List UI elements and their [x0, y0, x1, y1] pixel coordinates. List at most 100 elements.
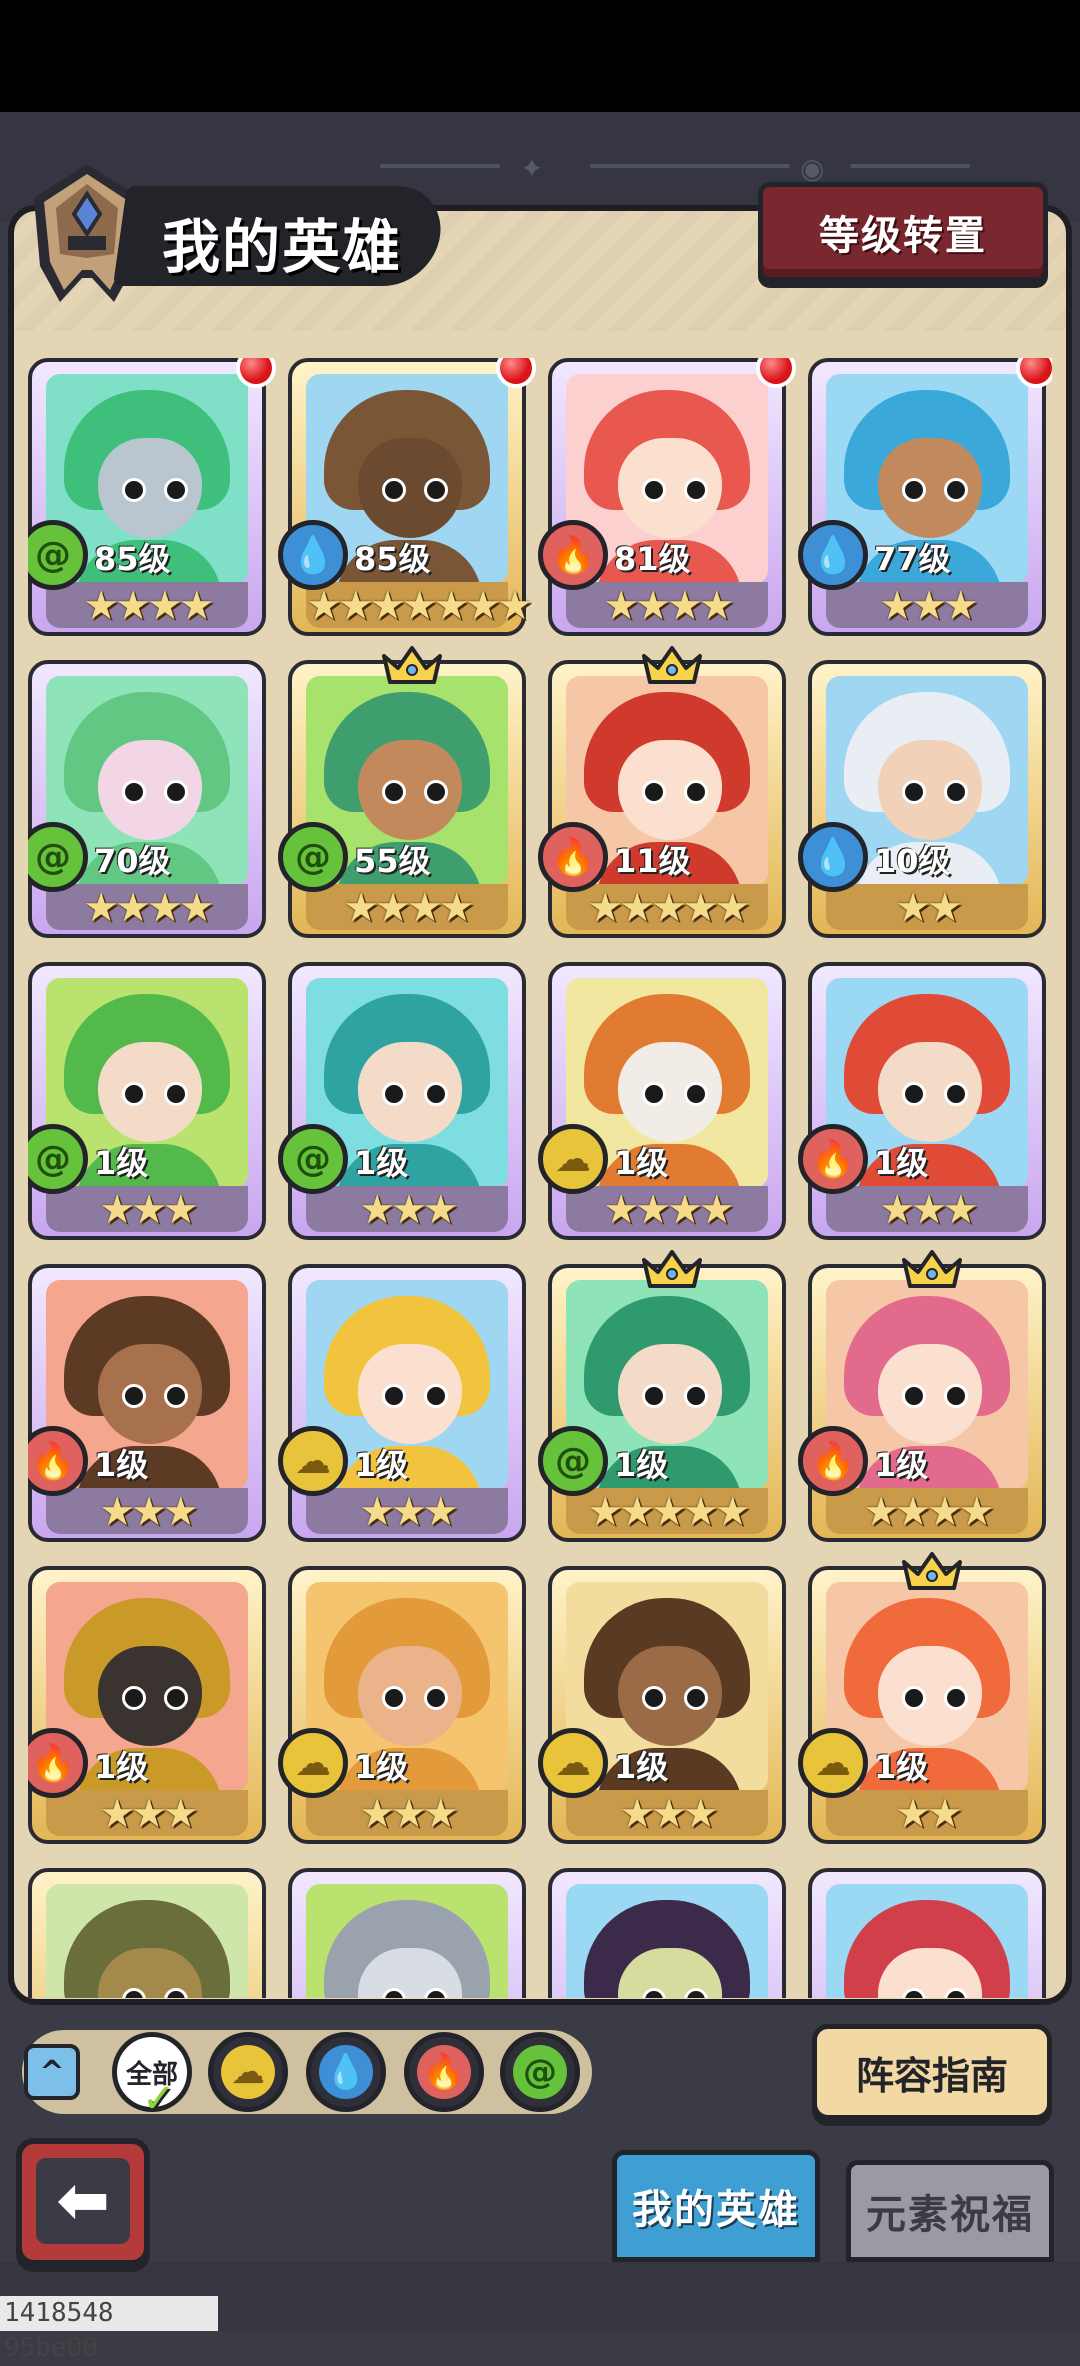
- hero-stars: ★★★: [359, 1489, 459, 1535]
- filter-earth-button[interactable]: ☁: [208, 2032, 288, 2112]
- fire-element-icon: 🔥: [417, 2045, 471, 2099]
- tab-element-blessing[interactable]: 元素祝福: [846, 2160, 1054, 2262]
- wind-element-icon: @: [538, 1426, 608, 1496]
- hero-card[interactable]: ★★★ ☁ 1级: [278, 1566, 526, 1844]
- hero-level: 77级: [874, 540, 951, 578]
- hero-stars: ★★★: [99, 1791, 199, 1837]
- crown-icon: [902, 1250, 962, 1288]
- hero-level: 1级: [354, 1446, 409, 1484]
- hero-card[interactable]: ★★★★ @55级: [278, 646, 526, 938]
- hero-stars: ★★★: [359, 1791, 459, 1837]
- hero-card[interactable]: [288, 1868, 526, 1998]
- hero-card[interactable]: ★★ ☁ 1级: [798, 1552, 1046, 1844]
- lineup-guide-label: 阵容指南: [855, 2053, 1008, 2098]
- hero-card[interactable]: ★★★★★ 🔥 11级: [538, 646, 786, 938]
- lineup-guide-button[interactable]: 阵容指南: [812, 2024, 1052, 2120]
- hero-stars: ★★★: [619, 1791, 719, 1837]
- hero-portrait: [566, 1884, 768, 1998]
- fire-element-icon: 🔥: [798, 1426, 868, 1496]
- hero-stars: ★★★: [879, 1187, 979, 1233]
- hero-stars: ★★★★: [83, 885, 214, 931]
- tab-my-heroes[interactable]: 我的英雄: [612, 2150, 820, 2262]
- collapse-up-button[interactable]: ^: [24, 2044, 80, 2100]
- earth-element-icon: ☁: [221, 2045, 275, 2099]
- hero-level: 55级: [354, 842, 431, 880]
- hero-stars: ★★★★: [83, 583, 214, 629]
- hero-level: 70级: [94, 842, 171, 880]
- hero-stars: ★★★★: [603, 1187, 734, 1233]
- earth-element-icon: ☁: [278, 1728, 348, 1798]
- hero-level: 1级: [94, 1748, 149, 1786]
- filter-wind-button[interactable]: @: [500, 2032, 580, 2112]
- hero-card[interactable]: ★★★ 🔥 1级: [798, 962, 1046, 1240]
- hero-card[interactable]: [548, 1868, 786, 1998]
- hero-stars: ★★★★★: [587, 1489, 750, 1535]
- hero-level: 1级: [614, 1446, 669, 1484]
- fire-element-icon: 🔥: [798, 1124, 868, 1194]
- hero-card[interactable]: ★★★★ 🔥 81级: [538, 358, 796, 636]
- hero-level: 85级: [354, 540, 431, 578]
- hero-level: 1级: [94, 1144, 149, 1182]
- hero-stars: ★★★: [99, 1489, 199, 1535]
- hero-stars: ★★★★: [863, 1489, 994, 1535]
- back-button[interactable]: ⬅: [16, 2138, 150, 2266]
- hero-card[interactable]: ★★★ 🔥 1级: [28, 1566, 266, 1844]
- hero-stars: ★★: [895, 885, 963, 931]
- back-arrow-icon: ⬅: [36, 2158, 130, 2244]
- fire-element-icon: 🔥: [538, 520, 608, 590]
- crown-icon: [382, 646, 442, 684]
- hero-level: 1级: [354, 1748, 409, 1786]
- fire-element-icon: 🔥: [538, 822, 608, 892]
- hero-level: 85级: [94, 540, 171, 578]
- circle-ornament-icon: ◉: [800, 152, 825, 185]
- hero-card[interactable]: ★★★★ 🔥 1级: [798, 1250, 1046, 1542]
- level-transfer-label: 等级转置: [819, 213, 987, 259]
- hero-level: 1级: [614, 1144, 669, 1182]
- filter-water-button[interactable]: 💧: [306, 2032, 386, 2112]
- hero-card[interactable]: ★★★ ☁ 1级: [538, 1566, 786, 1844]
- hero-level: 1级: [874, 1446, 929, 1484]
- crown-icon: [642, 646, 702, 684]
- hero-card[interactable]: [808, 1868, 1046, 1998]
- tab-element-blessing-label: 元素祝福: [866, 2192, 1034, 2238]
- crown-icon: [902, 1552, 962, 1590]
- water-element-icon: 💧: [798, 520, 868, 590]
- check-icon: ✓: [142, 2076, 176, 2122]
- hero-level: 11级: [614, 842, 691, 880]
- hero-level: 1级: [94, 1446, 149, 1484]
- wind-element-icon: @: [278, 1124, 348, 1194]
- water-element-icon: 💧: [798, 822, 868, 892]
- watermark: 1418548 95be00: [0, 2296, 218, 2363]
- hero-grid: ★★★★ @85级 ★★★★★★★ 💧 85级 ★★★★ 🔥 81级 ★★★ 💧 77级 ★★★★ @7…: [28, 358, 1052, 1998]
- hero-stars: ★★★: [359, 1187, 459, 1233]
- hero-card[interactable]: ★★★ ☁ 1级: [278, 1264, 526, 1542]
- hero-card[interactable]: ★★★ 💧 77级: [798, 358, 1052, 636]
- wind-element-icon: @: [513, 2045, 567, 2099]
- wind-element-icon: @: [278, 822, 348, 892]
- hero-card[interactable]: ★★★ @1级: [278, 962, 526, 1240]
- hero-card[interactable]: ★★★★ ☁ 1级: [538, 962, 786, 1240]
- hero-card[interactable]: ★★★★★ @1级: [538, 1250, 786, 1542]
- hero-card[interactable]: ★★★ 🔥 1级: [28, 1264, 266, 1542]
- hero-card[interactable]: ★★★★ @70级: [28, 660, 266, 938]
- status-bar: [0, 0, 1080, 112]
- hero-level: 1级: [874, 1748, 929, 1786]
- hero-level: 1级: [614, 1748, 669, 1786]
- hero-stars: ★★★: [99, 1187, 199, 1233]
- decor-line: [850, 164, 970, 168]
- level-transfer-button[interactable]: 等级转置: [758, 182, 1048, 282]
- hero-card[interactable]: ★★★ @1级: [28, 962, 266, 1240]
- hero-level: 1级: [354, 1144, 409, 1182]
- hero-stars: ★★★: [879, 583, 979, 629]
- hero-stars: ★★★★★: [587, 885, 750, 931]
- hero-card[interactable]: ★★★★ @85级: [28, 358, 276, 636]
- sparkle-icon: ✦: [520, 152, 544, 185]
- hero-card[interactable]: [28, 1868, 266, 1998]
- hero-portrait: [46, 1884, 248, 1998]
- hero-card[interactable]: ★★ 💧 10级: [798, 660, 1046, 938]
- hero-card[interactable]: ★★★★★★★ 💧 85级: [278, 358, 536, 636]
- filter-fire-button[interactable]: 🔥: [404, 2032, 484, 2112]
- hero-portrait: [306, 1884, 508, 1998]
- hero-stars: ★★: [895, 1791, 963, 1837]
- earth-element-icon: ☁: [538, 1728, 608, 1798]
